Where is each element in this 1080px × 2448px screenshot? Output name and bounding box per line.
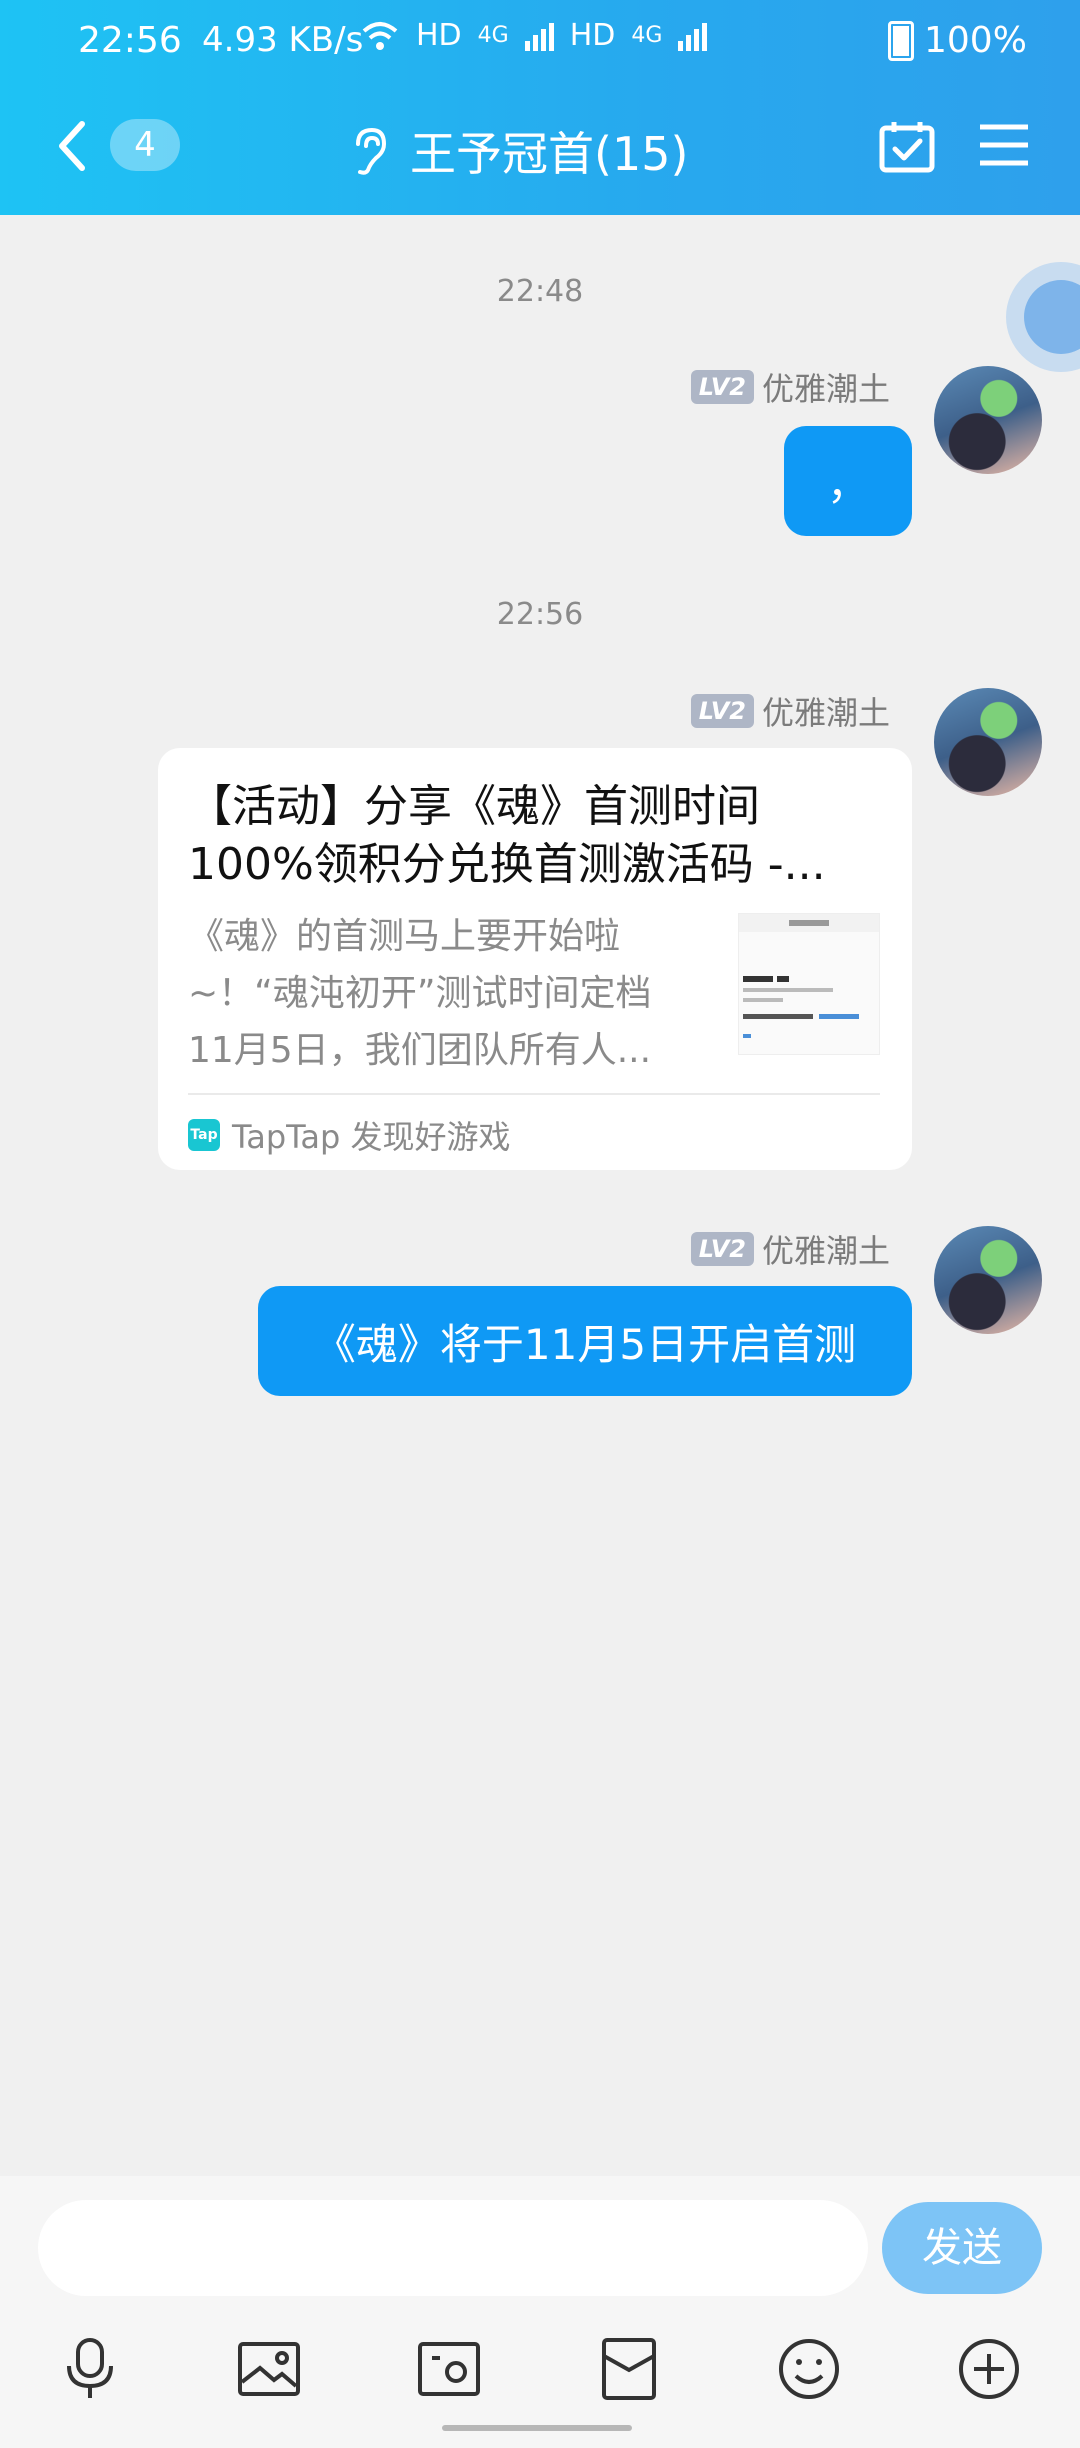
card-thumbnail: [738, 913, 880, 1055]
top-bar: 22:56 4.93 KB/s HD 4G HD 4G 100% 4 王予冠首(…: [0, 0, 1080, 215]
network-label-2: 4G: [631, 23, 663, 48]
network-label-1: 4G: [477, 23, 509, 48]
shared-link-card[interactable]: 【活动】分享《魂》首测时间100%领积分兑换首测激活码 -... 《魂》的首测马…: [158, 748, 912, 1170]
avatar[interactable]: [934, 1226, 1042, 1334]
level-badge: LV2: [690, 1232, 754, 1266]
message-bubble[interactable]: 《魂》将于11月5日开启首测: [258, 1286, 912, 1396]
hd-label-1: HD: [416, 18, 462, 53]
image-icon[interactable]: [234, 2334, 304, 2404]
sender-name: 优雅潮土: [761, 1232, 890, 1270]
level-badge: LV2: [690, 370, 754, 404]
message-input[interactable]: [38, 2200, 868, 2296]
chat-title: 王予冠首(15): [410, 127, 689, 181]
sender-name: 优雅潮土: [761, 694, 890, 732]
taptap-logo-icon: Tap: [188, 1119, 220, 1151]
emoji-icon[interactable]: [774, 2334, 844, 2404]
home-indicator[interactable]: [442, 2425, 632, 2431]
red-packet-icon[interactable]: [594, 2334, 664, 2404]
sender-label: LV2 优雅潮土: [690, 364, 890, 410]
wifi-icon: [362, 21, 398, 50]
card-divider: [188, 1093, 880, 1095]
send-button[interactable]: 发送: [882, 2202, 1042, 2294]
avatar[interactable]: [934, 366, 1042, 474]
menu-icon[interactable]: [978, 122, 1030, 168]
microphone-icon[interactable]: [55, 2334, 125, 2404]
network-speed: 4.93 KB/s: [202, 20, 364, 60]
status-time: 22:56: [78, 20, 182, 61]
battery: 100%: [888, 20, 1027, 61]
input-bar: 发送: [0, 2176, 1080, 2448]
card-description: 《魂》的首测马上要开始啦~！“魂沌初开”测试时间定档11月5日，我们团队所有人.…: [188, 916, 652, 1071]
unread-count-badge[interactable]: 4: [110, 119, 180, 171]
status-bar: 22:56 4.93 KB/s HD 4G HD 4G 100%: [0, 0, 1080, 80]
back-button[interactable]: [52, 118, 92, 174]
calendar-check-icon[interactable]: [878, 118, 936, 174]
hd-label-2: HD: [569, 18, 616, 53]
timestamp: 22:56: [496, 597, 584, 632]
input-toolbar: [0, 2334, 1080, 2424]
sender-label: LV2 优雅潮土: [690, 1226, 890, 1272]
ear-icon[interactable]: [350, 126, 390, 176]
avatar[interactable]: [934, 688, 1042, 796]
card-source-label: TapTap 发现好游戏: [232, 1118, 511, 1156]
card-source: Tap TapTap 发现好游戏: [188, 1108, 511, 1162]
plus-icon[interactable]: [954, 2334, 1024, 2404]
signal-icon-1: [524, 21, 554, 51]
signal-icon-2: [678, 21, 708, 51]
timestamp: 22:48: [496, 274, 584, 309]
camera-icon[interactable]: [414, 2334, 484, 2404]
status-icons: HD 4G HD 4G: [360, 18, 708, 53]
sender-name: 优雅潮土: [761, 370, 890, 408]
level-badge: LV2: [690, 694, 754, 728]
message-bubble[interactable]: ，: [784, 426, 912, 536]
battery-icon: [888, 20, 914, 61]
sender-label: LV2 优雅潮土: [690, 688, 890, 734]
battery-percent: 100%: [924, 20, 1027, 61]
card-title: 【活动】分享《魂》首测时间100%领积分兑换首测激活码 -...: [188, 781, 826, 890]
thumbnail-image: [739, 914, 879, 1038]
